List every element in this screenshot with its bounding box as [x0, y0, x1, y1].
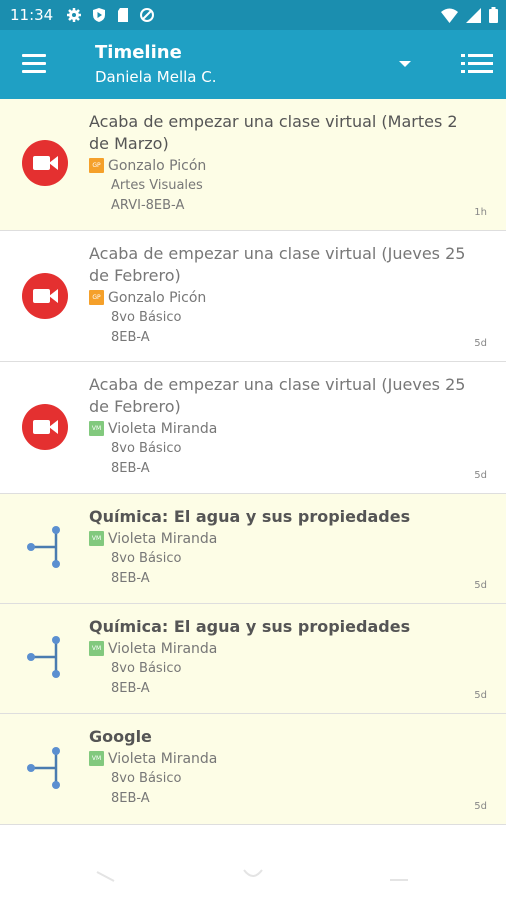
item-course: ARVI-8EB-A — [111, 198, 185, 213]
teacher-name: Violeta Miranda — [108, 750, 218, 767]
sd-card-icon — [118, 8, 128, 22]
item-age: 1h — [474, 207, 487, 218]
system-icons — [441, 7, 498, 23]
item-title: Química: El agua y sus propiedades — [89, 507, 411, 526]
item-age: 5d — [474, 801, 487, 812]
teacher-row: VM Violeta Miranda — [89, 528, 466, 549]
notification-icons — [66, 7, 155, 23]
system-nav-bar — [0, 860, 506, 900]
status-bar: 11:34 — [0, 0, 506, 30]
item-title: Google — [89, 727, 152, 746]
battery-icon — [489, 7, 498, 23]
teacher-row: VM Violeta Miranda — [89, 418, 466, 439]
page-title: Timeline — [95, 42, 182, 63]
item-title: Acaba de empezar una clase virtual (Mart… — [89, 112, 458, 153]
item-title: Acaba de empezar una clase virtual (Juev… — [89, 244, 466, 285]
content-tree-icon — [22, 634, 68, 680]
item-course: 8EB-A — [111, 571, 150, 586]
item-age: 5d — [474, 338, 487, 349]
teacher-avatar: VM — [89, 751, 104, 766]
item-age: 5d — [474, 690, 487, 701]
settings-icon — [67, 8, 81, 22]
item-age: 5d — [474, 470, 487, 481]
data-saver-icon — [140, 8, 154, 22]
item-subject: 8vo Básico — [111, 771, 182, 786]
status-time: 11:34 — [10, 6, 54, 24]
content-tree-icon — [22, 745, 68, 791]
item-course: 8EB-A — [111, 461, 150, 476]
content-tree-icon — [22, 524, 68, 570]
timeline-item[interactable]: Química: El agua y sus propiedades VM Vio… — [0, 604, 506, 714]
teacher-avatar: GP — [89, 290, 104, 305]
teacher-name: Gonzalo Picón — [108, 157, 207, 174]
teacher-row: GP Gonzalo Picón — [89, 155, 466, 176]
timeline-item[interactable]: Google VM Violeta Miranda 8vo Básico 8EB-… — [0, 714, 506, 825]
item-title: Química: El agua y sus propiedades — [89, 617, 411, 636]
teacher-name: Violeta Miranda — [108, 530, 218, 547]
teacher-row: VM Violeta Miranda — [89, 748, 466, 769]
timeline-item[interactable]: Acaba de empezar una clase virtual (Juev… — [0, 362, 506, 494]
teacher-avatar: VM — [89, 641, 104, 656]
teacher-row: GP Gonzalo Picón — [89, 287, 466, 308]
timeline-item[interactable]: Acaba de empezar una clase virtual (Juev… — [0, 231, 506, 362]
teacher-name: Violeta Miranda — [108, 420, 218, 437]
item-subject: 8vo Básico — [111, 661, 182, 676]
item-course: 8EB-A — [111, 330, 150, 345]
item-title: Acaba de empezar una clase virtual (Juev… — [89, 375, 466, 416]
item-subject: Artes Visuales — [111, 178, 203, 193]
teacher-avatar: GP — [89, 158, 104, 173]
timeline-item[interactable]: Acaba de empezar una clase virtual (Mart… — [0, 99, 506, 231]
teacher-avatar: VM — [89, 531, 104, 546]
signal-icon — [466, 7, 481, 23]
wifi-icon — [441, 8, 458, 23]
item-subject: 8vo Básico — [111, 551, 182, 566]
item-course: 8EB-A — [111, 791, 150, 806]
app-bar: Timeline Daniela Mella C. — [0, 30, 506, 99]
profile-name[interactable]: Daniela Mella C. — [95, 68, 216, 86]
recents-icon[interactable] — [389, 868, 409, 882]
home-icon[interactable] — [241, 866, 265, 880]
timeline-list: Acaba de empezar una clase virtual (Mart… — [0, 99, 506, 825]
chevron-down-icon[interactable] — [399, 61, 411, 67]
teacher-name: Violeta Miranda — [108, 640, 218, 657]
teacher-row: VM Violeta Miranda — [89, 638, 466, 659]
play-shield-icon — [93, 8, 105, 22]
item-age: 5d — [474, 580, 487, 591]
menu-icon[interactable] — [22, 54, 46, 74]
video-call-icon — [22, 404, 68, 450]
video-call-icon — [22, 140, 68, 186]
item-subject: 8vo Básico — [111, 310, 182, 325]
list-view-icon[interactable] — [461, 54, 493, 74]
item-subject: 8vo Básico — [111, 441, 182, 456]
item-course: 8EB-A — [111, 681, 150, 696]
back-icon[interactable] — [96, 868, 116, 882]
video-call-icon — [22, 273, 68, 319]
teacher-avatar: VM — [89, 421, 104, 436]
teacher-name: Gonzalo Picón — [108, 289, 207, 306]
timeline-item[interactable]: Química: El agua y sus propiedades VM Vio… — [0, 494, 506, 604]
